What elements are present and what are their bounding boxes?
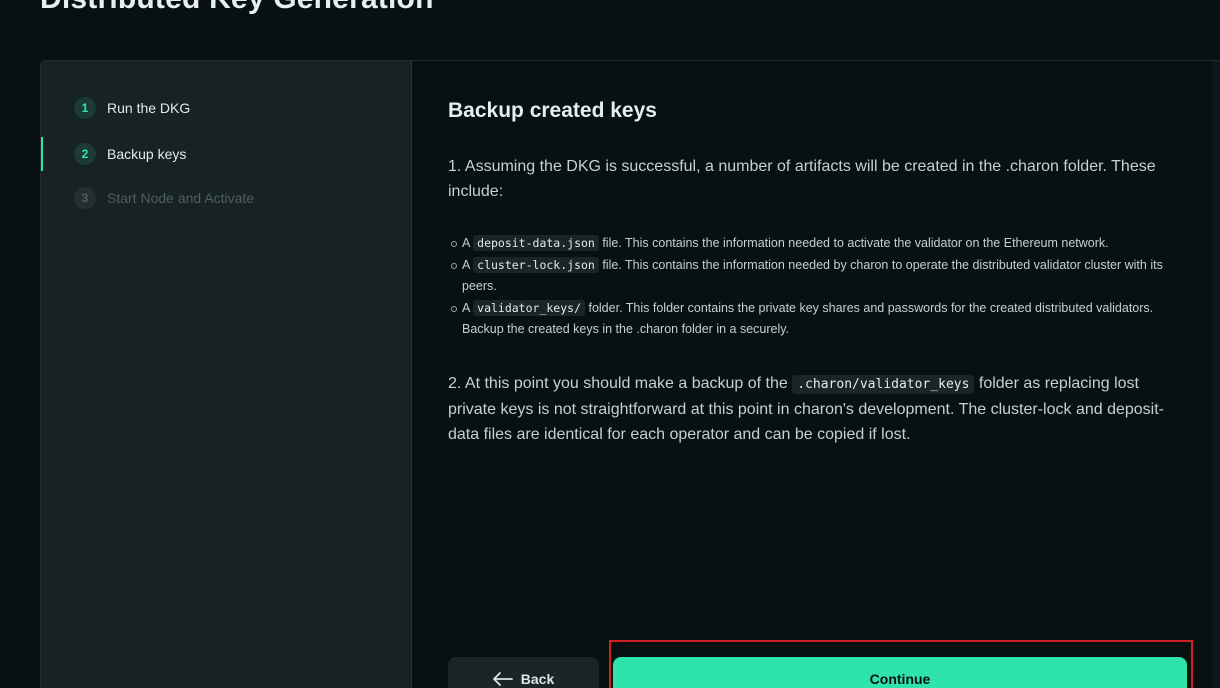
back-button-label: Back	[520, 671, 555, 687]
bullet-prefix: A	[462, 236, 470, 250]
step-run-dkg[interactable]: 1 Run the DKG	[41, 91, 411, 125]
list-item: A cluster-lock.json file. This contains …	[448, 255, 1188, 298]
inline-code: validator_keys/	[473, 299, 585, 316]
list-item: A validator_keys/ folder. This folder co…	[448, 298, 1188, 341]
step-number-badge: 3	[74, 187, 96, 209]
bullet-prefix: A	[462, 300, 470, 315]
step-number-badge: 1	[74, 97, 96, 119]
step-label: Run the DKG	[107, 100, 191, 116]
bullet-prefix: A	[462, 257, 470, 272]
step-number-badge: 2	[74, 143, 96, 165]
wizard-card: 1 Run the DKG 2 Backup keys 3 Start Node…	[40, 60, 1220, 688]
step-backup-keys[interactable]: 2 Backup keys	[41, 137, 411, 171]
back-button[interactable]: Back	[448, 657, 599, 688]
step-label: Start Node and Activate	[107, 190, 255, 206]
intro-paragraph: 1. Assuming the DKG is successful, a num…	[448, 158, 1156, 200]
bullet-text: file. This contains the information need…	[602, 236, 1109, 250]
step-start-node: 3 Start Node and Activate	[41, 181, 411, 215]
paragraph-text: 2. At this point you should make a backu…	[448, 375, 788, 392]
artifact-list: A deposit-data.json file. This contains …	[448, 233, 1188, 341]
inline-code: deposit-data.json	[473, 235, 599, 251]
backup-paragraph: 2. At this point you should make a backu…	[448, 371, 1188, 447]
step-label: Backup keys	[107, 146, 187, 162]
inline-code: cluster-lock.json	[473, 256, 599, 273]
step-content: Backup created keys 1. Assuming the DKG …	[412, 61, 1212, 688]
continue-button[interactable]: Continue	[613, 657, 1187, 688]
steps-sidebar: 1 Run the DKG 2 Backup keys 3 Start Node…	[41, 61, 412, 688]
content-title: Backup created keys	[448, 99, 657, 122]
page-title: Distributed Key Generation	[40, 0, 434, 16]
page: Distributed Key Generation 1 Run the DKG…	[0, 0, 1220, 688]
inline-code: .charon/validator_keys	[792, 375, 975, 394]
list-item: A deposit-data.json file. This contains …	[448, 233, 1188, 255]
arrow-left-icon	[492, 672, 513, 686]
